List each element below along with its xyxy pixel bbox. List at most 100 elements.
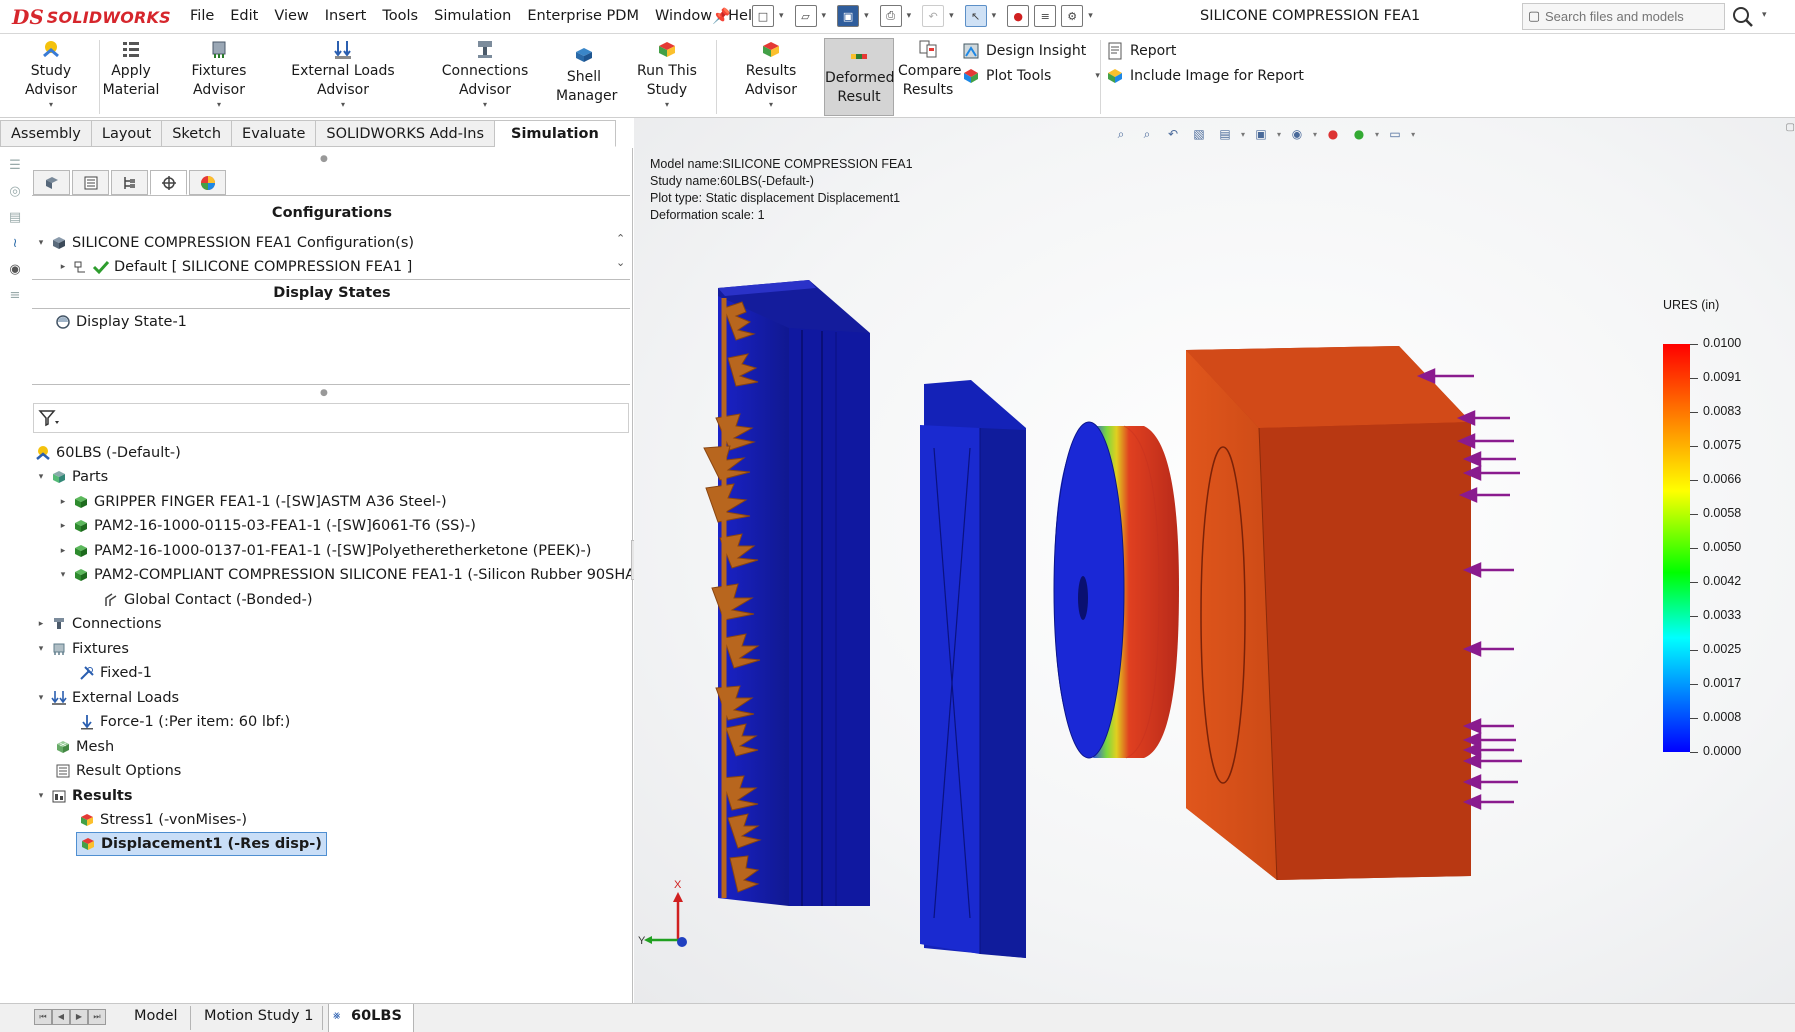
collapse-arrow-icon[interactable]: ▾ [34, 693, 48, 703]
collapse-arrow-icon[interactable]: ▾ [34, 238, 48, 248]
save-icon[interactable]: ▣ [837, 5, 860, 27]
side-tool-icon[interactable]: ◎ [3, 184, 27, 206]
side-tool-icon[interactable]: ☰ [3, 158, 27, 180]
stress-result-item[interactable]: Stress1 (-vonMises-) [76, 808, 247, 832]
fixtures-advisor-dropdown-icon[interactable]: ▾ [165, 100, 273, 110]
configuration-manager-tab-icon[interactable] [111, 170, 148, 195]
apply-material-button[interactable]: Apply Material [102, 38, 160, 100]
search-dropdown-icon[interactable]: ▾ [1762, 10, 1767, 20]
coordinate-triad[interactable]: X Y [638, 878, 698, 958]
results-advisor-button[interactable]: Results Advisor ▾ [720, 38, 822, 110]
collapse-arrow-icon[interactable]: ▾ [56, 570, 70, 580]
side-tool-icon[interactable]: ◉ [3, 262, 27, 284]
external-loads-advisor-button[interactable]: External Loads Advisor ▾ [272, 38, 414, 110]
open-folder-icon[interactable]: ▱ [794, 5, 817, 27]
connections-item[interactable]: ▸ Connections [34, 612, 162, 636]
part-item-pam2-0137[interactable]: ▸ PAM2-16-1000-0137-01-FEA1-1 (-[SW]Poly… [56, 539, 592, 563]
force-1-item[interactable]: Force-1 (:Per item: 60 lbf:) [76, 710, 290, 734]
compliant-silicone-part[interactable] [1053, 421, 1179, 759]
menu-simulation[interactable]: Simulation [426, 8, 519, 24]
fixed-1-item[interactable]: Fixed-1 [76, 661, 152, 685]
results-folder-item[interactable]: ▾ Results [34, 784, 133, 808]
run-this-study-button[interactable]: Run This Study ▾ [618, 38, 716, 110]
prev-tab-icon[interactable]: ◀ [52, 1009, 70, 1025]
part-item-pam2-0115[interactable]: ▸ PAM2-16-1000-0115-03-FEA1-1 (-[SW]6061… [56, 514, 476, 538]
display-state-item[interactable]: Display State-1 [52, 310, 187, 334]
tab-layout[interactable]: Layout [91, 120, 163, 147]
pin-menu-icon[interactable]: 📌 [712, 7, 731, 25]
expand-arrow-icon[interactable]: ▸ [34, 619, 48, 629]
collapse-arrow-icon[interactable]: ▾ [34, 791, 48, 801]
menu-view[interactable]: View [266, 8, 316, 24]
tab-solidworks-add-ins[interactable]: SOLIDWORKS Add-Ins [316, 120, 496, 147]
study-advisor-button[interactable]: Study Advisor ▾ [6, 38, 96, 110]
side-tool-icon[interactable]: ▤ [3, 210, 27, 232]
tab-assembly[interactable]: Assembly [0, 120, 92, 147]
tab-sketch[interactable]: Sketch [162, 120, 233, 147]
panel-splitter-handle[interactable]: ● [320, 388, 328, 398]
panel-splitter-handle[interactable]: ● [320, 154, 328, 164]
expand-arrow-icon[interactable]: ▸ [56, 497, 70, 507]
collapse-arrow-icon[interactable]: ▾ [34, 472, 48, 482]
options-gear-icon[interactable]: ⚙ [1061, 5, 1084, 27]
study-advisor-dropdown-icon[interactable]: ▾ [6, 100, 96, 110]
next-tab-icon[interactable]: ▶ [70, 1009, 88, 1025]
graphics-area[interactable]: ⌕ ⌕ ↶ ▧ ▤ ▾ ▣ ▾ ◉ ▾ ● ● ▾ ▭ ▾ ▢ Model name:SI… [634, 118, 1795, 1003]
shell-manager-button[interactable]: Shell Manager [556, 44, 617, 106]
connections-advisor-button[interactable]: Connections Advisor ▾ [418, 38, 552, 110]
scroll-up-arrow-icon[interactable]: ⌃ [616, 232, 625, 245]
run-study-dropdown-icon[interactable]: ▾ [618, 100, 716, 110]
menu-insert[interactable]: Insert [317, 8, 375, 24]
pam2-0115-block-part[interactable] [1186, 346, 1471, 881]
select-cursor-icon[interactable]: ↖ [964, 5, 987, 27]
first-tab-icon[interactable]: ⏮ [34, 1009, 52, 1025]
search-input[interactable] [1545, 9, 1715, 24]
traffic-light-icon[interactable]: ● [1007, 5, 1030, 27]
file-properties-icon[interactable]: ≡ [1034, 5, 1057, 27]
results-advisor-dropdown-icon[interactable]: ▾ [720, 100, 822, 110]
options-dropdown-icon[interactable]: ▾ [1088, 11, 1093, 21]
study-root-item[interactable]: 60LBS (-Default-) [32, 441, 181, 465]
expand-arrow-icon[interactable]: ▸ [56, 521, 70, 531]
external-loads-dropdown-icon[interactable]: ▾ [272, 100, 414, 110]
search-box[interactable]: ▢ [1522, 3, 1725, 30]
configurations-root-item[interactable]: ▾ SILICONE COMPRESSION FEA1 Configuratio… [34, 231, 414, 255]
include-image-report-button[interactable]: Include Image for Report [1106, 67, 1304, 85]
collapse-arrow-icon[interactable]: ▾ [34, 644, 48, 654]
tab-motion-study-1[interactable]: Motion Study 1 [204, 1008, 313, 1024]
result-options-item[interactable]: Result Options [52, 759, 181, 783]
feature-manager-tab-icon[interactable] [33, 170, 70, 195]
undo-icon[interactable]: ↶ [922, 5, 945, 27]
fea-model-view[interactable] [634, 118, 1795, 1003]
scroll-down-arrow-icon[interactable]: ⌄ [616, 256, 625, 269]
property-manager-tab-icon[interactable] [72, 170, 109, 195]
solidworks-logo[interactable]: DS SOLIDWORKS [12, 4, 171, 30]
save-dropdown-icon[interactable]: ▾ [864, 11, 869, 21]
external-loads-item[interactable]: ▾ External Loads [34, 686, 179, 710]
displacement-result-item[interactable]: Displacement1 (-Res disp-) [76, 832, 327, 856]
select-dropdown-icon[interactable]: ▾ [992, 11, 997, 21]
fixtures-item[interactable]: ▾ Fixtures [34, 637, 129, 661]
design-insight-button[interactable]: Design Insight [962, 42, 1086, 60]
print-dropdown-icon[interactable]: ▾ [907, 11, 912, 21]
parts-folder-item[interactable]: ▾ Parts [34, 465, 108, 489]
menu-edit[interactable]: Edit [222, 8, 266, 24]
open-dropdown-icon[interactable]: ▾ [822, 11, 827, 21]
tab-evaluate[interactable]: Evaluate [232, 120, 317, 147]
menu-window[interactable]: Window [647, 8, 720, 24]
tab-model[interactable]: Model [134, 1008, 178, 1024]
print-icon[interactable]: ⎙ [879, 5, 902, 27]
menu-file[interactable]: File [182, 8, 222, 24]
side-tool-icon[interactable]: ≀ [3, 236, 27, 258]
part-item-gripper-finger[interactable]: ▸ GRIPPER FINGER FEA1-1 (-[SW]ASTM A36 S… [56, 490, 447, 514]
tab-simulation[interactable]: Simulation [495, 120, 616, 147]
last-tab-icon[interactable]: ⏭ [88, 1009, 106, 1025]
tab-60lbs[interactable]: ⨳ 60LBS [328, 1004, 414, 1032]
expand-arrow-icon[interactable]: ▸ [56, 262, 70, 272]
deformed-result-button[interactable]: Deformed Result [824, 38, 895, 116]
report-button[interactable]: Report [1106, 42, 1176, 60]
display-manager-tab-icon[interactable] [189, 170, 226, 195]
expand-arrow-icon[interactable]: ▸ [56, 546, 70, 556]
side-tool-icon[interactable]: ≡ [3, 288, 27, 310]
menu-tools[interactable]: Tools [374, 8, 426, 24]
